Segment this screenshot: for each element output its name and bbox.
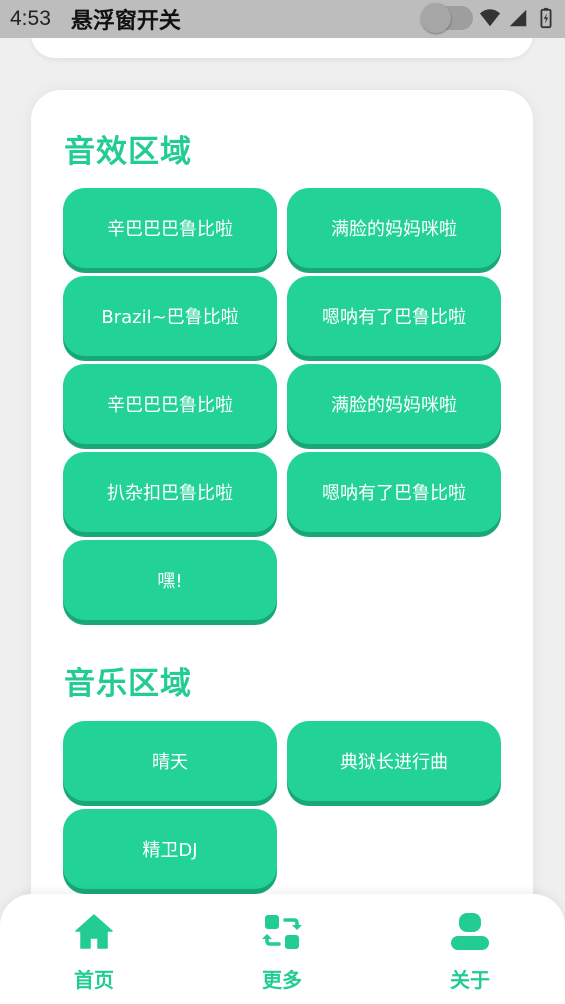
nav-item-about[interactable]: 关于 — [425, 912, 515, 993]
sfx-button-8[interactable]: 嗯呐有了巴鲁比啦 — [287, 452, 501, 532]
toggle-knob — [421, 3, 451, 33]
user-icon — [451, 913, 489, 950]
floating-window-toggle[interactable] — [421, 3, 473, 33]
sfx-button-2[interactable]: 满脸的妈妈咪啦 — [287, 188, 501, 268]
bottom-navigation: 首页 更多 关于 — [0, 894, 565, 1004]
home-icon — [75, 914, 113, 949]
sfx-button-6[interactable]: 满脸的妈妈咪啦 — [287, 364, 501, 444]
music-button-1[interactable]: 晴天 — [63, 721, 277, 801]
sfx-button-5[interactable]: 辛巴巴巴鲁比啦 — [63, 364, 277, 444]
sfx-button-4[interactable]: 嗯呐有了巴鲁比啦 — [287, 276, 501, 356]
music-button-2[interactable]: 典狱长进行曲 — [287, 721, 501, 801]
status-bar: 4:53 悬浮窗开关 — [0, 0, 565, 38]
nav-label-more: 更多 — [262, 968, 302, 992]
sfx-button-1[interactable]: 辛巴巴巴鲁比啦 — [63, 188, 277, 268]
status-time: 4:53 — [10, 7, 51, 30]
sound-card: 音效区域 辛巴巴巴鲁比啦 满脸的妈妈咪啦 Brazil~巴鲁比啦 嗯呐有了巴鲁比… — [31, 90, 533, 970]
refresh-grid-icon — [262, 915, 302, 949]
nav-item-more[interactable]: 更多 — [237, 912, 327, 993]
nav-label-about: 关于 — [450, 968, 490, 992]
nav-label-home: 首页 — [74, 968, 114, 992]
status-icons — [421, 3, 557, 33]
music-section-title: 音乐区域 — [64, 666, 192, 702]
floating-window-switch-label: 悬浮窗开关 — [70, 9, 181, 34]
sfx-section-title: 音效区域 — [64, 134, 192, 170]
signal-icon — [509, 9, 527, 27]
wifi-icon — [479, 9, 501, 27]
sfx-button-3[interactable]: Brazil~巴鲁比啦 — [63, 276, 277, 356]
music-button-3[interactable]: 精卫DJ — [63, 809, 277, 889]
battery-icon — [540, 7, 552, 29]
sfx-button-9[interactable]: 嘿! — [63, 540, 277, 620]
nav-item-home[interactable]: 首页 — [49, 912, 139, 993]
sfx-button-7[interactable]: 扒杂扣巴鲁比啦 — [63, 452, 277, 532]
